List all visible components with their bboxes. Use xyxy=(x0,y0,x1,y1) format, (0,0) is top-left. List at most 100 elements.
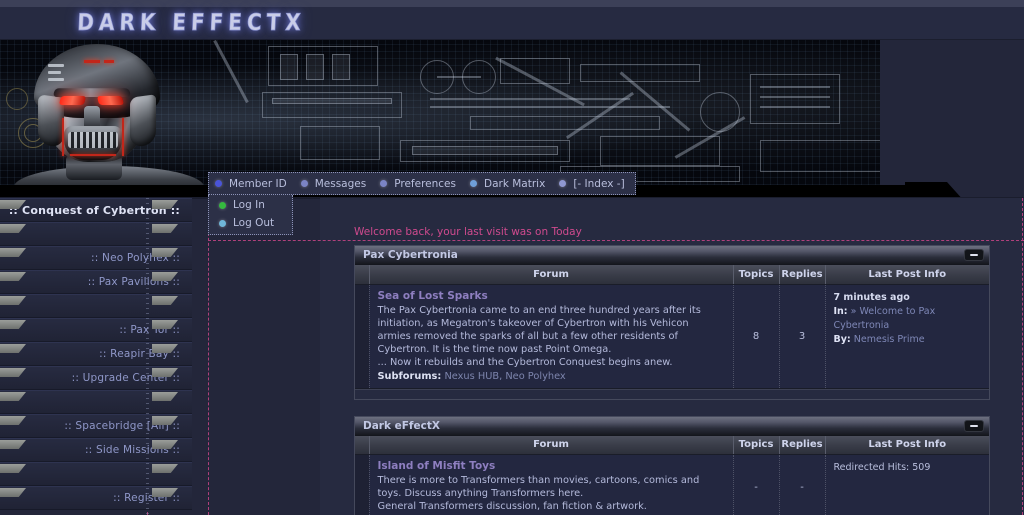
replies-count: 3 xyxy=(779,284,826,389)
forum-description: There is more to Transformers than movie… xyxy=(377,475,700,499)
blueprint-shape xyxy=(430,106,670,108)
sidebar-scroll-track[interactable] xyxy=(146,198,149,515)
column-replies: Replies xyxy=(779,265,826,285)
nav-label: Messages xyxy=(314,177,367,190)
site-logo: DARK EFFECTX xyxy=(76,8,307,36)
nav-item-messages[interactable]: Messages xyxy=(300,177,367,190)
sidebar-item[interactable]: :: Reapir Bay :: xyxy=(0,342,192,366)
forum-link[interactable]: Sea of Lost Sparks xyxy=(378,290,725,302)
last-post-topic-link[interactable]: » Welcome to Pax Cybertronia xyxy=(834,306,936,331)
nav-submenu: Log In Log Out xyxy=(208,195,293,235)
forum-table: Forum Topics Replies Last Post Info Sea … xyxy=(355,265,989,389)
table-row: Sea of Lost Sparks The Pax Cybertronia c… xyxy=(355,284,990,389)
blueprint-shape xyxy=(760,106,830,108)
forum-description: The Pax Cybertronia came to an end three… xyxy=(377,304,701,355)
last-post-in-row: In: » Welcome to Pax Cybertronia xyxy=(834,305,990,333)
sidebar-tab-left-icon xyxy=(0,344,26,353)
sidebar-item[interactable]: :: Pax Tor :: xyxy=(0,318,192,342)
sidebar-item[interactable]: :: Spacebridge [All] :: xyxy=(0,414,192,438)
top-accent-strip xyxy=(0,0,1024,7)
column-topics: Topics xyxy=(733,435,780,455)
sidebar-item[interactable]: :: Register :: xyxy=(0,486,192,510)
forum-description-extra: ... Now it rebuilds and the Cybertron Co… xyxy=(377,356,673,368)
sidebar-item[interactable]: :: Pax Pavilions :: xyxy=(0,270,192,294)
bullet-icon xyxy=(219,201,226,209)
subforums-label: Subforums: xyxy=(377,370,442,382)
sidebar-tab-left-icon xyxy=(0,248,26,257)
category-title: Dark eFfectX xyxy=(363,419,440,432)
forum-description-extra: General Transformers discussion, fan fic… xyxy=(377,501,647,512)
sidebar-tab-left-icon xyxy=(0,416,26,425)
nav-item-preferences[interactable]: Preferences xyxy=(380,178,456,190)
blueprint-shape xyxy=(430,98,630,100)
blueprint-shape xyxy=(306,54,324,80)
minus-icon[interactable] xyxy=(964,249,984,261)
sidebar-item[interactable]: :: Neo Polyhex :: xyxy=(0,246,192,270)
blueprint-shape xyxy=(470,116,660,130)
table-header-row: Forum Topics Replies Last Post Info xyxy=(355,265,989,285)
nav-label: Log Out xyxy=(233,217,275,229)
nav-label: [- Index -] xyxy=(573,177,625,190)
nav-item-dark-matrix[interactable]: Dark Matrix xyxy=(469,178,545,190)
table-row: Island of Misfit Toys There is more to T… xyxy=(355,454,989,515)
last-post-author-link[interactable]: Nemesis Prime xyxy=(854,334,925,345)
column-icon xyxy=(355,265,370,285)
megatron-head-graphic xyxy=(14,44,204,185)
sidebar-tab-left-icon xyxy=(0,272,26,281)
subforums-row: Subforums: Nexus HUB, Neo Polyhex xyxy=(378,371,725,382)
nav-primary-row: Member ID Messages Preferences Dark Matr… xyxy=(208,172,636,195)
sidebar-tab-left-icon xyxy=(0,320,26,329)
subforums-links[interactable]: Nexus HUB, Neo Polyhex xyxy=(444,371,565,382)
sidebar-item[interactable] xyxy=(0,222,192,246)
last-post-by-row: By: Nemesis Prime xyxy=(834,333,990,347)
table-footer xyxy=(355,388,989,399)
column-icon xyxy=(355,435,370,455)
nav-item-log-out[interactable]: Log Out xyxy=(219,217,286,229)
sidebar-item[interactable] xyxy=(0,294,192,318)
blueprint-shape xyxy=(437,76,481,78)
sidebar-item[interactable]: :: Side Missions :: xyxy=(0,438,192,462)
category-header: Pax Cybertronia xyxy=(355,246,989,265)
nav-item-member-id[interactable]: Member ID xyxy=(215,178,287,190)
banner-right-filler xyxy=(880,40,1024,198)
forum-info-cell: Sea of Lost Sparks The Pax Cybertronia c… xyxy=(369,284,734,389)
nav-label: Member ID xyxy=(229,177,287,190)
sidebar-tab-left-icon xyxy=(0,464,26,473)
forum-status-icon xyxy=(355,284,370,389)
nav-item-index[interactable]: [- Index -] xyxy=(559,177,625,190)
column-topics: Topics xyxy=(733,265,780,285)
category-block: Dark eFfectX Forum Topics Replies Last P… xyxy=(354,415,990,515)
blueprint-shape xyxy=(280,54,298,80)
nav-label: Preferences xyxy=(394,177,456,190)
forum-link[interactable]: Island of Misfit Toys xyxy=(378,460,725,472)
blueprint-shape xyxy=(760,86,830,88)
column-forum: Forum xyxy=(369,435,734,455)
sidebar-item[interactable] xyxy=(0,390,192,414)
last-post-in-label: In: xyxy=(833,305,848,317)
bullet-icon xyxy=(380,180,388,187)
bullet-icon xyxy=(469,180,477,187)
bullet-icon xyxy=(219,219,226,227)
header-banner xyxy=(0,40,940,185)
sidebar-tab-left-icon xyxy=(0,440,26,449)
minus-icon[interactable] xyxy=(964,419,984,432)
sidebar-tab-left-icon xyxy=(0,488,26,497)
sidebar-item[interactable]: :: Upgrade Center :: xyxy=(0,366,192,390)
blueprint-shape xyxy=(412,146,558,155)
column-forum: Forum xyxy=(369,265,734,285)
left-sidebar: :: Conquest of Cybertron :: :: Neo Polyh… xyxy=(0,198,192,510)
nav-item-log-in[interactable]: Log In xyxy=(219,199,286,211)
forum-table: Forum Topics Replies Last Post Info Isla… xyxy=(355,435,989,515)
sidebar-tab-right-icon xyxy=(152,464,178,473)
blueprint-shape xyxy=(262,92,402,118)
last-post-time: 7 minutes ago xyxy=(833,291,910,303)
sidebar-tab-right-icon xyxy=(152,392,178,401)
column-last-post: Last Post Info xyxy=(825,265,989,285)
last-post-cell: Redirected Hits: 509 xyxy=(825,454,989,515)
redirect-hits: Redirected Hits: 509 xyxy=(833,462,931,473)
sidebar-item[interactable] xyxy=(0,462,192,486)
nav-label: Log In xyxy=(233,199,265,211)
page-root: DARK EFFECTX:: Conquest of Cybertron::… xyxy=(0,0,1024,515)
sidebar-item[interactable]: :: Conquest of Cybertron :: xyxy=(0,198,192,222)
blueprint-shape xyxy=(272,98,392,104)
